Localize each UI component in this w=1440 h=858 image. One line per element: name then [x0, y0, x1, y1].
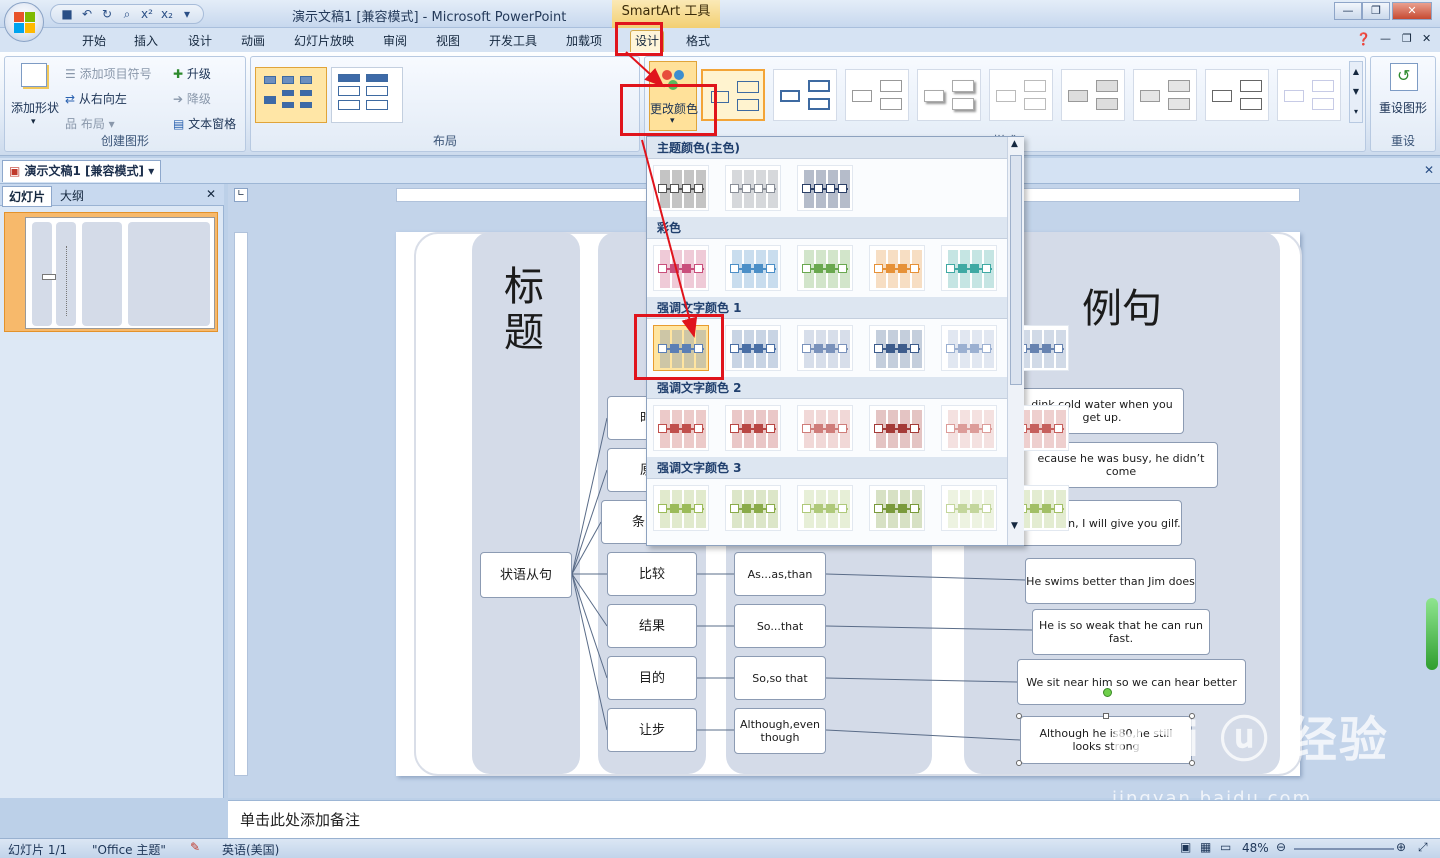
annotation-arrows — [625, 51, 698, 338]
